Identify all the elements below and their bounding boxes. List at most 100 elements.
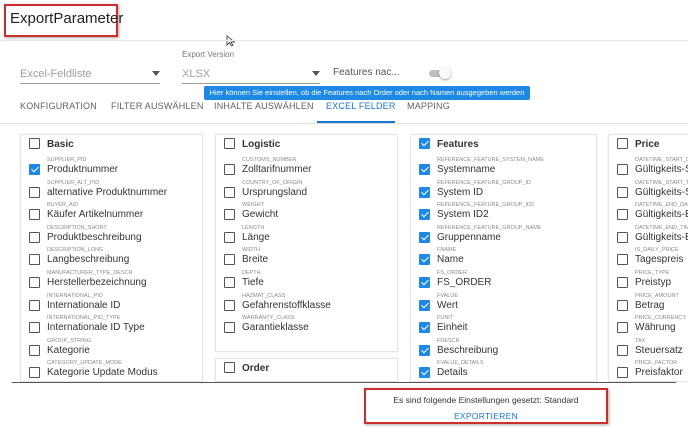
field-checkbox[interactable]: [419, 232, 430, 243]
tab-mapping[interactable]: MAPPING: [407, 101, 450, 111]
field-checkbox[interactable]: [617, 209, 628, 220]
field-name: FS_ORDER: [437, 277, 491, 288]
panel-logistic: Logistic CUSTOMS_NUMBERZolltarifnummerCO…: [215, 134, 398, 352]
field-name: Währung: [635, 322, 676, 333]
field-checkbox[interactable]: [419, 322, 430, 333]
features-order-label: Features nac...: [333, 67, 400, 78]
toggle-knob: [439, 67, 451, 79]
panel-order: Order: [215, 358, 398, 382]
field-name: Gültigkeits-S...: [635, 164, 688, 175]
field-checkbox[interactable]: [617, 232, 628, 243]
group-checkbox[interactable]: [29, 138, 40, 149]
field-checkbox[interactable]: [29, 209, 40, 220]
field-checkbox[interactable]: [29, 322, 40, 333]
field-checkbox[interactable]: [29, 254, 40, 265]
field-name: Breite: [242, 254, 268, 265]
field-checkbox[interactable]: [29, 232, 40, 243]
field-code: INTERNATIONAL_PID: [47, 293, 103, 299]
feldliste-placeholder: Excel-Feldliste: [20, 68, 92, 80]
tab-konfiguration[interactable]: KONFIGURATION: [20, 101, 97, 111]
field-checkbox[interactable]: [617, 277, 628, 288]
field-checkbox[interactable]: [419, 209, 430, 220]
field-code: PRICE_CURRENCY: [635, 315, 686, 321]
field-checkbox[interactable]: [224, 209, 235, 220]
tab-filter-auswaehlen[interactable]: FILTER AUSWÄHLEN: [111, 101, 204, 111]
field-checkbox[interactable]: [224, 232, 235, 243]
field-checkbox[interactable]: [617, 254, 628, 265]
field-checkbox[interactable]: [29, 345, 40, 356]
chevron-down-icon: [152, 71, 160, 76]
field-name: Gefahrenstoffklasse: [242, 300, 331, 311]
field-code: DESCRIPTION_SHORT: [47, 225, 107, 231]
field-checkbox[interactable]: [29, 300, 40, 311]
field-name: Langbeschreibung: [47, 254, 129, 265]
field-checkbox[interactable]: [224, 322, 235, 333]
features-order-toggle[interactable]: [427, 68, 451, 78]
panel-title: Price: [635, 139, 659, 150]
field-code: FDESCR: [437, 338, 460, 344]
field-checkbox[interactable]: [29, 164, 40, 175]
field-code: PRICE_AMOUNT: [635, 293, 679, 299]
field-code: LENGTH: [242, 225, 264, 231]
field-name: Produktbeschreibung: [47, 232, 142, 243]
field-name: Ursprungsland: [242, 187, 307, 198]
field-checkbox[interactable]: [419, 345, 430, 356]
field-checkbox[interactable]: [419, 187, 430, 198]
field-code: DATETIME_START_T...: [635, 180, 688, 186]
field-code: BUYER_AID: [47, 202, 78, 208]
group-checkbox[interactable]: [617, 138, 628, 149]
group-checkbox[interactable]: [419, 138, 430, 149]
group-checkbox[interactable]: [224, 362, 235, 373]
field-code: CATEGORY_UPDATE_MODE: [47, 360, 122, 366]
field-checkbox[interactable]: [617, 367, 628, 378]
status-box: Es sind folgende Einstellungen gesetzt: …: [364, 388, 608, 424]
field-checkbox[interactable]: [617, 322, 628, 333]
field-checkbox[interactable]: [419, 254, 430, 265]
field-checkbox[interactable]: [224, 164, 235, 175]
field-name: Beschreibung: [437, 345, 498, 356]
field-code: DEPTH: [242, 270, 261, 276]
field-checkbox[interactable]: [617, 300, 628, 311]
field-code: MANUFACTURER_TYPE_DESCR: [47, 270, 133, 276]
export-version-select[interactable]: Export Version XLSX: [182, 62, 320, 84]
field-checkbox[interactable]: [419, 277, 430, 288]
field-code: SUPPLIER_PID: [47, 157, 86, 163]
field-name: Garantieklasse: [242, 322, 309, 333]
field-name: alternative Produktnummer: [47, 187, 167, 198]
field-name: Internationale ID: [47, 300, 120, 311]
field-name: Gültigkeits-E...: [635, 209, 688, 220]
field-code: PRICE_FACTOR: [635, 360, 677, 366]
panel-title: Features: [437, 139, 479, 150]
field-checkbox[interactable]: [617, 345, 628, 356]
field-checkbox[interactable]: [419, 164, 430, 175]
panel-title: Logistic: [242, 139, 280, 150]
field-checkbox[interactable]: [224, 187, 235, 198]
field-checkbox[interactable]: [29, 277, 40, 288]
field-name: Steuersatz: [635, 345, 683, 356]
mouse-cursor-icon: [226, 35, 236, 47]
field-checkbox[interactable]: [617, 187, 628, 198]
field-code: GROUP_STRING: [47, 338, 91, 344]
feldliste-select[interactable]: Excel-Feldliste: [20, 62, 160, 84]
field-name: Name: [437, 254, 464, 265]
field-checkbox[interactable]: [419, 300, 430, 311]
group-checkbox[interactable]: [224, 138, 235, 149]
panel-features: Features REFERENCE_FEATURE_SYSTEM_NAMESy…: [410, 134, 597, 382]
field-checkbox[interactable]: [617, 164, 628, 175]
tab-excel-felder[interactable]: EXCEL FELDER: [326, 101, 396, 111]
field-checkbox[interactable]: [419, 367, 430, 378]
header-divider: [0, 40, 688, 41]
field-code: REFERENCE_FEATURE_SYSTEM_NAME: [437, 157, 544, 163]
field-checkbox[interactable]: [29, 367, 40, 378]
field-checkbox[interactable]: [224, 254, 235, 265]
field-checkbox[interactable]: [224, 277, 235, 288]
field-checkbox[interactable]: [29, 187, 40, 198]
field-checkbox[interactable]: [224, 300, 235, 311]
field-name: Tiefe: [242, 277, 264, 288]
field-name: Gruppenname: [437, 232, 501, 243]
tab-inhalte-auswaehlen[interactable]: INHALTE AUSWÄHLEN: [214, 101, 314, 111]
export-button[interactable]: EXPORTIEREN: [366, 411, 606, 421]
field-code: DESCRIPTION_LONG: [47, 247, 103, 253]
tabs-divider: [0, 123, 688, 124]
field-name: Länge: [242, 232, 270, 243]
